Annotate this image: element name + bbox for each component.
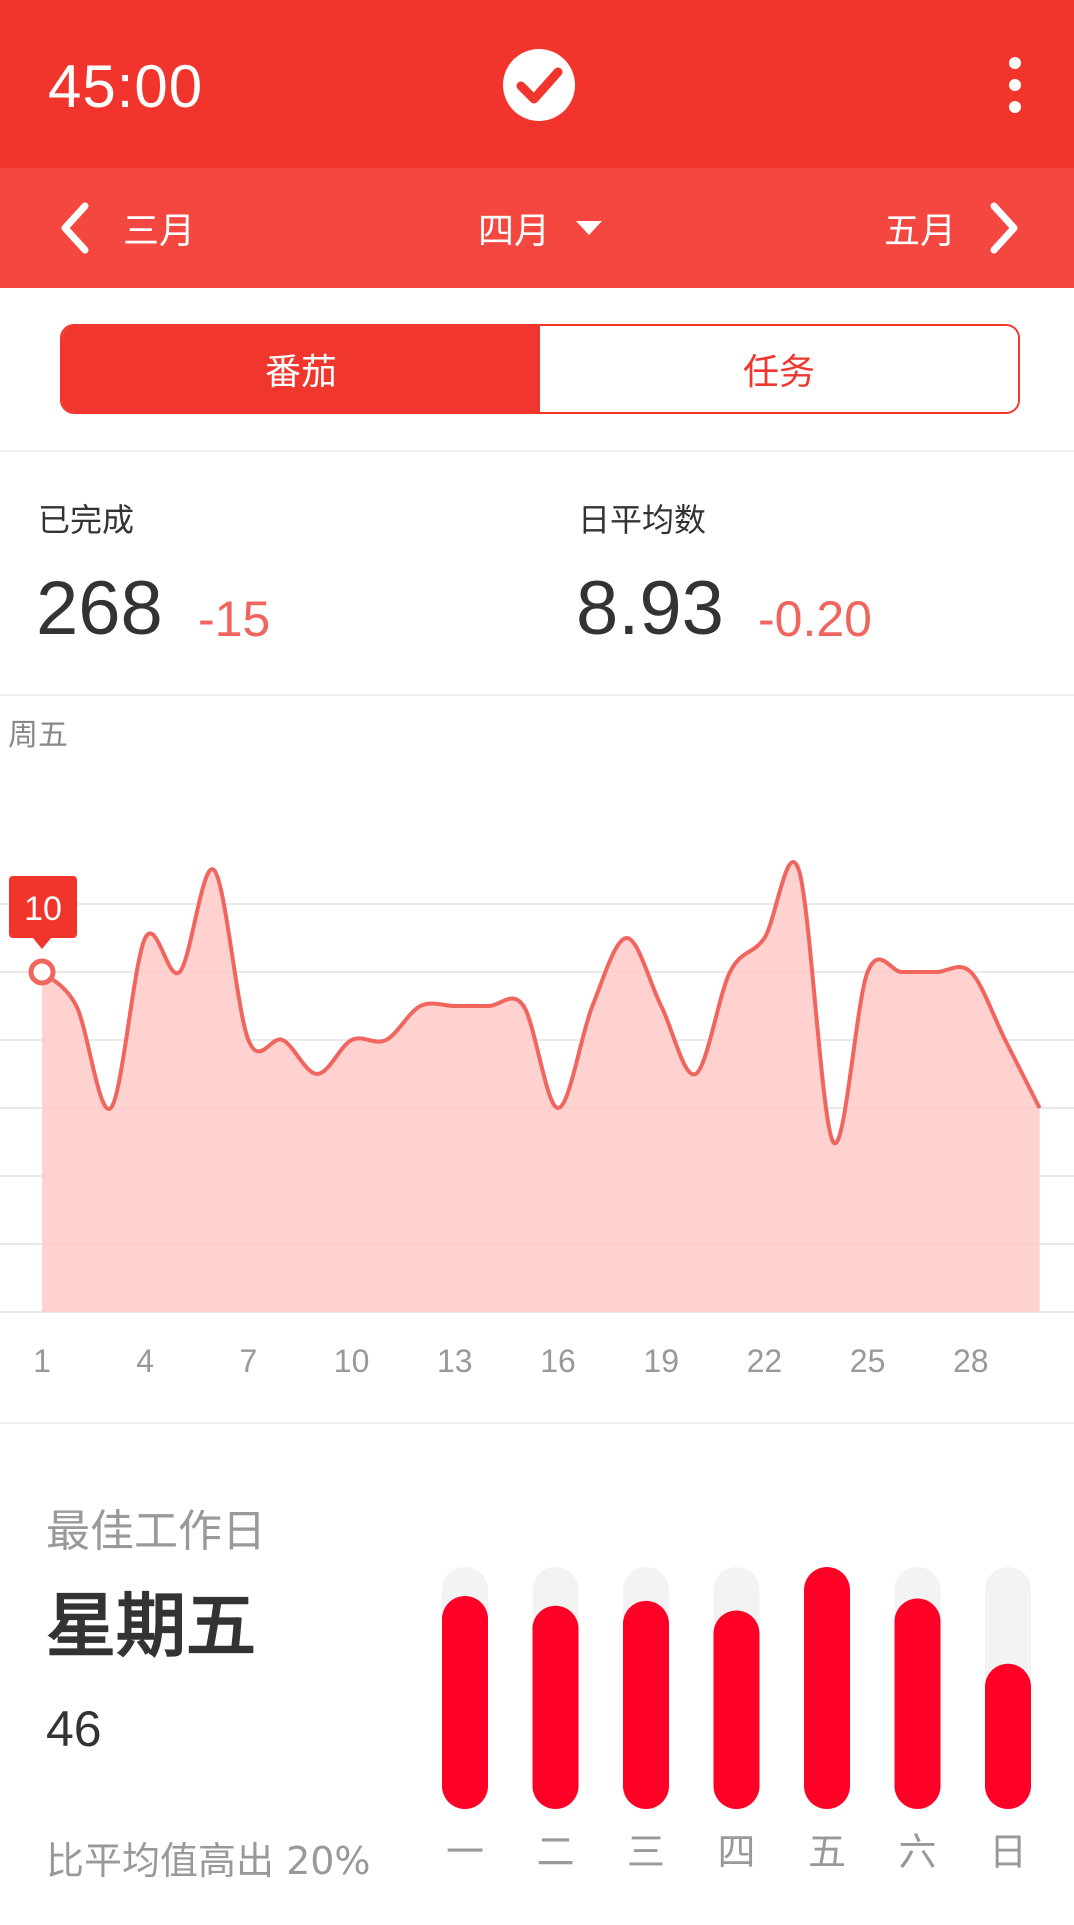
timer-display[interactable]: 45:00 — [48, 52, 203, 121]
x-tick-label: 22 — [747, 1343, 783, 1379]
chart-point[interactable] — [73, 1003, 79, 1009]
chart-point[interactable] — [349, 1037, 355, 1043]
best-day-count: 46 — [46, 1701, 102, 1757]
weekday-label: 三 — [627, 1830, 665, 1874]
daily-average-label: 日平均数 — [578, 501, 707, 539]
daily-pomodoro-area-chart[interactable]: 10 1 4 7 10 13 16 19 22 25 28 — [0, 800, 1074, 1400]
weekday-label: 五 — [808, 1830, 846, 1874]
more-vertical-icon[interactable] — [1000, 55, 1030, 115]
weekday-label: 四 — [717, 1830, 755, 1874]
chart-point[interactable] — [624, 935, 630, 941]
x-tick-label: 7 — [240, 1343, 258, 1379]
weekday-bar[interactable] — [623, 1600, 669, 1809]
x-tick-label: 4 — [136, 1343, 154, 1379]
completed-value: 268 — [36, 566, 163, 651]
chart-point[interactable] — [211, 867, 217, 873]
chart-point[interactable] — [521, 1003, 527, 1009]
chart-point[interactable] — [280, 1037, 286, 1043]
x-tick-label: 19 — [643, 1343, 679, 1379]
best-day-title: 最佳工作日 — [46, 1506, 266, 1557]
chart-point[interactable] — [830, 1139, 836, 1145]
divider — [0, 1422, 1074, 1424]
current-month-dropdown[interactable]: 四月 — [478, 198, 604, 258]
completed-label: 已完成 — [38, 501, 135, 539]
chart-point[interactable] — [761, 935, 767, 941]
chart-point[interactable] — [314, 1071, 320, 1077]
weekday-label: 一 — [446, 1830, 484, 1874]
weekday-bar-chart: 一二三四五六日 — [442, 1567, 1031, 1874]
tab-pomodoro[interactable]: 番茄 — [62, 326, 540, 412]
chart-point[interactable] — [555, 1105, 561, 1111]
x-tick-label: 13 — [437, 1343, 473, 1379]
weekday-label: 日 — [989, 1830, 1027, 1874]
chart-point[interactable] — [108, 1105, 114, 1111]
x-tick-label: 16 — [540, 1343, 576, 1379]
segmented-control: 番茄 任务 — [60, 324, 1020, 414]
x-tick-label: 28 — [953, 1343, 989, 1379]
prev-month-label: 三月 — [123, 211, 196, 252]
next-month-label: 五月 — [883, 211, 956, 252]
chart-point[interactable] — [796, 867, 802, 873]
chart-point[interactable] — [452, 1003, 458, 1009]
chart-point[interactable] — [589, 1003, 595, 1009]
divider — [0, 694, 1074, 696]
tab-tasks[interactable]: 任务 — [540, 326, 1018, 412]
chart-point[interactable] — [727, 969, 733, 975]
weekday-label: 二 — [536, 1830, 574, 1874]
chart-point[interactable] — [245, 1037, 251, 1043]
daily-average-delta: -0.20 — [758, 591, 872, 647]
chart-point[interactable] — [177, 969, 183, 975]
daily-average-value: 8.93 — [576, 566, 724, 651]
x-tick-label: 1 — [33, 1343, 51, 1379]
chevron-right-icon — [990, 202, 1018, 254]
weekday-label: 六 — [898, 1830, 936, 1874]
chart-point[interactable] — [658, 1003, 664, 1009]
chart-highlight-marker — [28, 958, 56, 986]
chart-point[interactable] — [1037, 1105, 1043, 1111]
chart-point[interactable] — [693, 1071, 699, 1077]
chart-point[interactable] — [142, 935, 148, 941]
next-month-button[interactable]: 五月 — [884, 198, 1024, 258]
prev-month-button[interactable]: 三月 — [55, 198, 195, 258]
chart-point[interactable] — [968, 969, 974, 975]
weekday-bar[interactable] — [804, 1567, 850, 1809]
chart-point[interactable] — [383, 1037, 389, 1043]
weekday-bar[interactable] — [713, 1610, 760, 1809]
x-tick-label: 25 — [850, 1343, 886, 1379]
chart-point[interactable] — [1002, 1037, 1008, 1043]
chart-tooltip-pointer — [33, 938, 51, 949]
check-circle-icon[interactable] — [502, 48, 576, 122]
best-day-note: 比平均值高出 20% — [46, 1839, 371, 1883]
chart-point[interactable] — [417, 1003, 423, 1009]
best-day-name: 星期五 — [46, 1585, 256, 1667]
chevron-left-icon — [61, 202, 89, 254]
weekday-bar[interactable] — [532, 1605, 579, 1809]
weekday-bar[interactable] — [985, 1663, 1031, 1809]
weekday-bar[interactable] — [442, 1596, 488, 1809]
chart-title: 周五 — [8, 718, 68, 753]
weekday-bar[interactable] — [894, 1598, 941, 1809]
chart-point[interactable] — [486, 1003, 492, 1009]
x-tick-label: 10 — [334, 1343, 370, 1379]
current-month-label: 四月 — [478, 211, 551, 252]
divider — [0, 450, 1074, 452]
completed-delta: -15 — [198, 591, 271, 647]
caret-down-icon — [576, 221, 603, 235]
chart-point[interactable] — [865, 969, 871, 975]
chart-point[interactable] — [899, 969, 905, 975]
chart-tooltip-value: 10 — [24, 890, 62, 928]
chart-point[interactable] — [933, 969, 939, 975]
